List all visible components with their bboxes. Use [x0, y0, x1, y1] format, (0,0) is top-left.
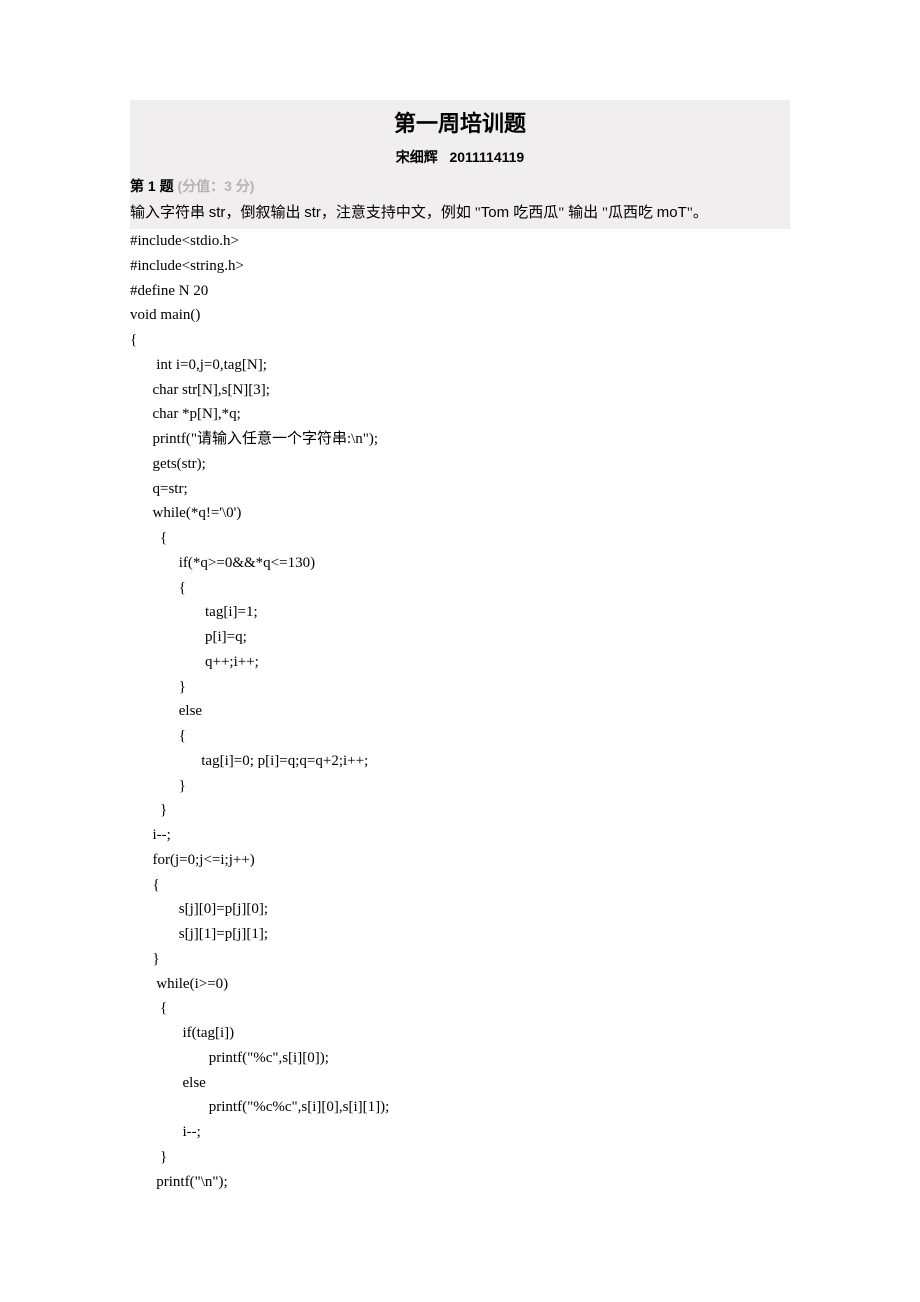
document-page: 第一周培训题 宋细辉 2011114119 第 1 题 (分值：3 分) 输入字… [0, 0, 920, 1294]
question-header: 第 1 题 (分值：3 分) [130, 173, 790, 200]
question-description: 输入字符串 str，倒叙输出 str，注意支持中文，例如 "Tom 吃西瓜" 输… [130, 200, 790, 229]
code-line: char *p[N],*q; [130, 402, 790, 427]
code-line: printf("%c%c",s[i][0],s[i][1]); [130, 1095, 790, 1120]
question-label: 第 1 题 [130, 178, 174, 194]
code-line: tag[i]=1; [130, 600, 790, 625]
desc-text: "。 [687, 205, 708, 221]
author-id: 2011114119 [449, 149, 524, 165]
desc-text: ，倒叙输出 [225, 205, 304, 221]
code-line: s[j][0]=p[j][0]; [130, 897, 790, 922]
code-line: q++;i++; [130, 650, 790, 675]
code-line: } [130, 1145, 790, 1170]
code-line: void main() [130, 303, 790, 328]
code-line: gets(str); [130, 452, 790, 477]
code-line: tag[i]=0; p[i]=q;q=q+2;i++; [130, 749, 790, 774]
author-name: 宋细辉 [396, 149, 438, 165]
code-line: { [130, 996, 790, 1021]
desc-code: str [209, 204, 226, 221]
question-score: (分值：3 分) [177, 178, 254, 194]
code-line: i--; [130, 1120, 790, 1145]
desc-code: moT [657, 204, 687, 221]
header-block: 第一周培训题 宋细辉 2011114119 第 1 题 (分值：3 分) 输入字… [130, 100, 790, 229]
code-line: while(*q!='\0') [130, 501, 790, 526]
code-line: } [130, 798, 790, 823]
document-title: 第一周培训题 [130, 100, 790, 144]
code-line: q=str; [130, 477, 790, 502]
code-line: } [130, 947, 790, 972]
code-line: { [130, 873, 790, 898]
desc-text: ，注意支持中文，例如 " [321, 205, 481, 221]
code-line: printf("%c",s[i][0]); [130, 1046, 790, 1071]
code-line: else [130, 699, 790, 724]
code-line: #include<stdio.h> [130, 229, 790, 254]
code-block: #include<stdio.h>#include<string.h>#defi… [130, 229, 790, 1194]
code-line: } [130, 675, 790, 700]
code-line: { [130, 576, 790, 601]
code-line: printf("请输入任意一个字符串:\n"); [130, 427, 790, 452]
code-line: printf("\n"); [130, 1170, 790, 1195]
code-line: { [130, 328, 790, 353]
code-line: } [130, 774, 790, 799]
code-line: #define N 20 [130, 279, 790, 304]
author-line: 宋细辉 2011114119 [130, 144, 790, 173]
code-line: s[j][1]=p[j][1]; [130, 922, 790, 947]
code-line: int i=0,j=0,tag[N]; [130, 353, 790, 378]
code-line: if(tag[i]) [130, 1021, 790, 1046]
code-line: else [130, 1071, 790, 1096]
desc-code: Tom [481, 204, 514, 221]
code-line: char str[N],s[N][3]; [130, 378, 790, 403]
code-line: i--; [130, 823, 790, 848]
desc-text: 输入字符串 [130, 205, 209, 221]
code-line: while(i>=0) [130, 972, 790, 997]
code-line: for(j=0;j<=i;j++) [130, 848, 790, 873]
code-line: { [130, 526, 790, 551]
code-line: { [130, 724, 790, 749]
desc-text: 吃西瓜" 输出 "瓜西吃 [513, 205, 657, 221]
code-line: p[i]=q; [130, 625, 790, 650]
code-line: #include<string.h> [130, 254, 790, 279]
desc-code: str [304, 204, 321, 221]
code-line: if(*q>=0&&*q<=130) [130, 551, 790, 576]
